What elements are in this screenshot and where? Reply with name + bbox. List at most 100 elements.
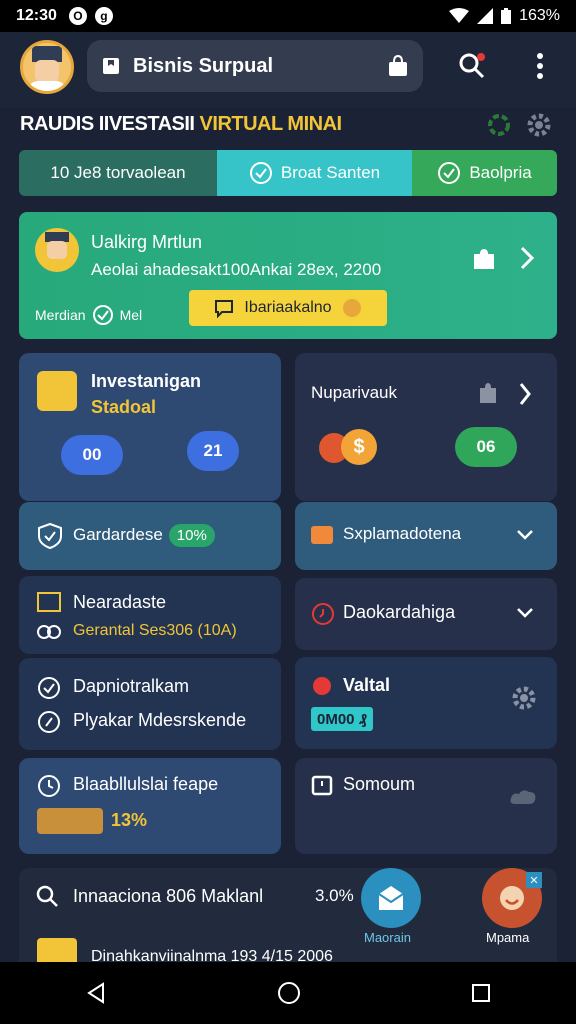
nupari-card[interactable]: Nuparivauk $ 06	[295, 353, 557, 501]
nupari-pill[interactable]: 06	[455, 427, 517, 467]
invest-pill-1[interactable]: 00	[61, 435, 123, 475]
cloud-icon	[510, 790, 536, 804]
promo-card[interactable]: Ualkirg Mrtlun Aeolai ahadesakt100Ankai …	[19, 212, 557, 339]
timer-icon	[311, 775, 333, 796]
more-menu-button[interactable]	[520, 46, 560, 86]
investment-title: Investanigan	[91, 371, 202, 391]
search-icon	[36, 885, 58, 907]
daokard-card[interactable]: Daokardahiga	[295, 578, 557, 650]
bottom-line-1-pct: 3.0%	[315, 886, 354, 905]
shield-check-icon	[38, 522, 62, 550]
chevron-right-icon[interactable]	[517, 244, 537, 272]
search-icon	[459, 53, 485, 79]
document-icon	[37, 938, 77, 962]
blaab-label: Blaabllulslai feape	[73, 774, 219, 794]
somoum-label: Somoum	[343, 774, 416, 794]
check-circle-icon	[438, 162, 461, 184]
investor-avatar	[37, 371, 77, 411]
more-vertical-icon	[537, 53, 543, 79]
status-bar: 12:30 O g 163%	[0, 0, 576, 32]
battery-level: 163%	[519, 7, 560, 24]
page-title: RAUDIS IIVESTASII VIRTUAL MINAI	[20, 113, 342, 136]
refresh-icon[interactable]	[486, 112, 512, 138]
notification-icon: O	[68, 7, 87, 25]
wifi-icon	[449, 8, 470, 23]
tag-icon	[311, 526, 333, 544]
search-bar[interactable]: Bisnis Surpual	[87, 40, 423, 92]
check-circle-icon	[249, 162, 272, 184]
bottom-line-1: Innaaciona 806 Maklanl	[73, 886, 264, 906]
investment-subtitle: Stadoal	[91, 397, 157, 417]
dapnio-label: Dapniotralkam	[73, 676, 190, 696]
sxpra-label: Sxplamadotena	[343, 524, 462, 543]
tab-label: 10 Je8 torvaolean	[50, 163, 186, 182]
battery-icon	[501, 8, 512, 24]
fab-maorain-label: Maorain	[364, 930, 411, 945]
system-nav-bar	[0, 962, 576, 1024]
promo-action-button[interactable]: Ibariaakalno	[189, 290, 387, 326]
money-bag-icon: $	[319, 427, 379, 467]
settings-icon[interactable]	[526, 112, 552, 138]
rocket-icon	[313, 677, 331, 695]
nearadaste-card[interactable]: Nearadaste Gerantal Ses306 (10A)	[19, 576, 281, 654]
investment-card[interactable]: Investanigan Stadoal 00 21	[19, 353, 281, 501]
tab-label: Broat Santen	[280, 163, 381, 182]
ad-badge-icon[interactable]: ✕	[526, 872, 542, 888]
chevron-right-icon[interactable]	[517, 381, 533, 407]
tab-baolpria[interactable]: Baolpria	[412, 150, 557, 196]
mail-icon	[378, 886, 404, 910]
nearadaste-value: Gerantal Ses306 (10A)	[73, 622, 237, 639]
chart-icon	[37, 592, 61, 612]
home-icon[interactable]	[277, 981, 301, 1005]
chat-icon	[215, 300, 234, 318]
header-title: Bisnis Surpual	[133, 54, 274, 77]
promo-meta-label: Merdian	[35, 307, 86, 323]
shopping-bag-icon[interactable]	[387, 55, 409, 77]
emoji-icon	[342, 299, 361, 317]
valtal-value: 0M00 ₰	[311, 707, 374, 731]
check-circle-icon	[92, 305, 113, 325]
valtal-card[interactable]: Valtal 0M00 ₰	[295, 657, 557, 749]
timer-icon	[312, 603, 334, 625]
link-icon	[37, 625, 61, 639]
chevron-down-icon[interactable]	[515, 606, 535, 620]
chevron-down-icon[interactable]	[515, 528, 535, 542]
edit-icon	[38, 711, 60, 733]
dapnio-card[interactable]: Dapniotralkam Plyakar Mdesrskende	[19, 658, 281, 750]
avatar[interactable]	[20, 40, 74, 94]
blaab-card[interactable]: Blaabllulslai feape 13%	[19, 758, 281, 854]
gardardese-row: Gardardese 10%	[73, 524, 215, 547]
gardardese-card[interactable]: Gardardese 10%	[19, 502, 281, 570]
fab-maorain[interactable]	[361, 868, 421, 928]
recents-icon[interactable]	[471, 983, 491, 1003]
status-time: 12:30	[16, 7, 57, 24]
clock-icon	[38, 775, 60, 797]
page-title-part1: RAUDIS IIVESTASII	[20, 113, 200, 135]
tab-broat-santen[interactable]: Broat Santen	[217, 150, 412, 196]
google-icon: g	[94, 7, 113, 25]
search-button[interactable]	[452, 46, 492, 86]
back-icon[interactable]	[85, 982, 107, 1004]
blaab-percentage: 13%	[111, 810, 148, 830]
gardardese-badge: 10%	[168, 524, 215, 547]
coins-icon	[37, 808, 103, 834]
bottom-panel: Innaaciona 806 Maklanl 3.0% Dinahkanviin…	[19, 868, 557, 965]
settings-icon[interactable]	[511, 685, 537, 711]
nupari-title: Nuparivauk	[311, 383, 397, 402]
tab-bar: 10 Je8 torvaolean Broat Santen Baolpria	[19, 150, 557, 196]
valtal-label: Valtal	[343, 675, 391, 695]
bookmark-icon	[103, 58, 119, 74]
puzzle-icon[interactable]	[471, 246, 497, 272]
invest-pill-2[interactable]: 21	[187, 431, 239, 471]
somoum-card[interactable]: Somoum	[295, 758, 557, 854]
sxpra-card[interactable]: Sxplamadotena	[295, 502, 557, 570]
puzzle-icon[interactable]	[477, 381, 499, 405]
promo-action-label: Ibariaakalno	[244, 299, 332, 316]
promo-title: Ualkirg Mrtlun	[91, 232, 203, 252]
plyakar-label: Plyakar Mdesrskende	[73, 710, 247, 730]
fab-mpama-label: Mpama	[486, 930, 530, 945]
promo-meta-value: Mel	[119, 307, 143, 323]
promo-meta: Merdian Mel	[35, 304, 142, 326]
tab-torvaolean[interactable]: 10 Je8 torvaolean	[19, 150, 217, 196]
check-circle-icon	[38, 677, 60, 699]
